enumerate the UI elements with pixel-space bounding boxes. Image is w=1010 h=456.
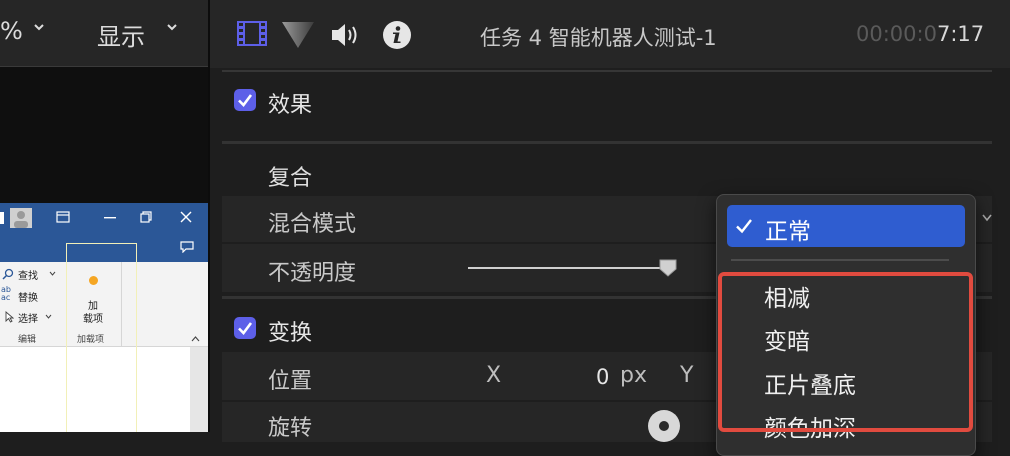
composite-group-title: 复合: [268, 166, 313, 191]
document-area: [0, 347, 208, 432]
rotation-label: 旋转: [268, 416, 313, 441]
chevron-down-icon[interactable]: [982, 214, 992, 222]
inspector-header: 任务 4 智能机器人测试-1 00:00:07:17: [210, 0, 1010, 68]
video-inspector: 任务 4 智能机器人测试-1 00:00:07:17 效果 复合 混合模式 不透…: [210, 0, 1010, 456]
checkmark-icon: [238, 94, 253, 107]
checkmark-icon: [736, 219, 752, 234]
editing-group-label: 编辑: [18, 335, 37, 345]
addin-label-line2: 载项: [83, 314, 103, 325]
transform-checkbox[interactable]: [234, 317, 256, 339]
opacity-slider-thumb[interactable]: [658, 258, 678, 278]
cursor-icon: [5, 311, 14, 323]
transform-section-title[interactable]: 变换: [268, 315, 312, 347]
checkmark-icon: [238, 322, 253, 335]
info-icon[interactable]: [382, 20, 412, 50]
word-ribbon-tabs: [0, 232, 208, 262]
timecode-dim: 00:00:0: [856, 22, 937, 46]
zoom-menu-label[interactable]: %: [0, 17, 23, 45]
document-page[interactable]: [0, 347, 190, 432]
replace-label: 替换: [18, 293, 38, 304]
chevron-down-icon: [49, 271, 56, 276]
close-icon[interactable]: [180, 211, 192, 223]
word-ribbon: 查找 ab ac 替换 选择 编辑 加 载项 加载项: [0, 262, 208, 347]
timecode-bright: 7:17: [936, 22, 985, 46]
opacity-label: 不透明度: [268, 261, 357, 286]
comments-icon[interactable]: [180, 241, 194, 253]
ribbon-display-icon[interactable]: [56, 211, 70, 223]
menu-divider: [731, 259, 949, 261]
timecode: 00:00:07:17: [856, 22, 984, 46]
clip-title: 任务 4 智能机器人测试-1: [480, 26, 717, 50]
color-icon[interactable]: [281, 21, 315, 49]
highlight-annotation-box: [718, 272, 973, 432]
addins-button[interactable]: 加 载项: [72, 270, 117, 330]
film-icon[interactable]: [237, 21, 267, 46]
replace-icon: ab ac: [1, 285, 11, 302]
find-label: 查找: [18, 271, 38, 282]
display-menu-button[interactable]: 显示: [97, 17, 145, 52]
select-label: 选择: [18, 314, 38, 325]
effects-checkbox[interactable]: [234, 89, 256, 111]
chevron-down-icon[interactable]: [34, 22, 44, 32]
margin-guide: [66, 243, 136, 244]
divider: [121, 262, 122, 346]
addins-group-label: 加载项: [77, 335, 105, 345]
opacity-slider-track[interactable]: [468, 267, 668, 269]
speaker-icon[interactable]: [330, 21, 364, 49]
effects-section-title[interactable]: 效果: [268, 87, 312, 119]
divider: [222, 141, 992, 144]
chevron-down-icon: [45, 314, 52, 319]
embedded-word-window: 查找 ab ac 替换 选择 编辑 加 载项 加载项: [0, 203, 208, 432]
divider: [222, 70, 992, 72]
divider: [0, 66, 208, 67]
position-x-label: X: [486, 363, 502, 388]
blend-mode-label: 混合模式: [268, 212, 357, 237]
margin-guide: [136, 243, 137, 432]
restore-icon[interactable]: [140, 211, 152, 223]
viewer-toolbar: % 显示: [0, 0, 208, 66]
collapse-ribbon-icon[interactable]: [191, 336, 200, 342]
rotation-dial[interactable]: [648, 410, 680, 442]
margin-guide: [66, 243, 67, 432]
position-label: 位置: [268, 369, 313, 394]
word-titlebar: [0, 203, 208, 232]
position-x-unit: px: [620, 363, 647, 388]
addin-icon: [89, 276, 98, 285]
minimize-icon[interactable]: [104, 217, 116, 219]
blend-option-label: 正常: [765, 219, 811, 245]
chevron-down-icon[interactable]: [167, 22, 177, 32]
blend-option-selected[interactable]: 正常: [727, 205, 965, 247]
avatar[interactable]: [10, 208, 32, 228]
viewer-pane: % 显示 查找 ab ac 替换 选择 编辑 加 载项 加载项: [0, 0, 208, 432]
position-x-value[interactable]: 0: [596, 365, 609, 389]
position-y-label: Y: [680, 363, 694, 388]
search-icon: [2, 268, 14, 280]
